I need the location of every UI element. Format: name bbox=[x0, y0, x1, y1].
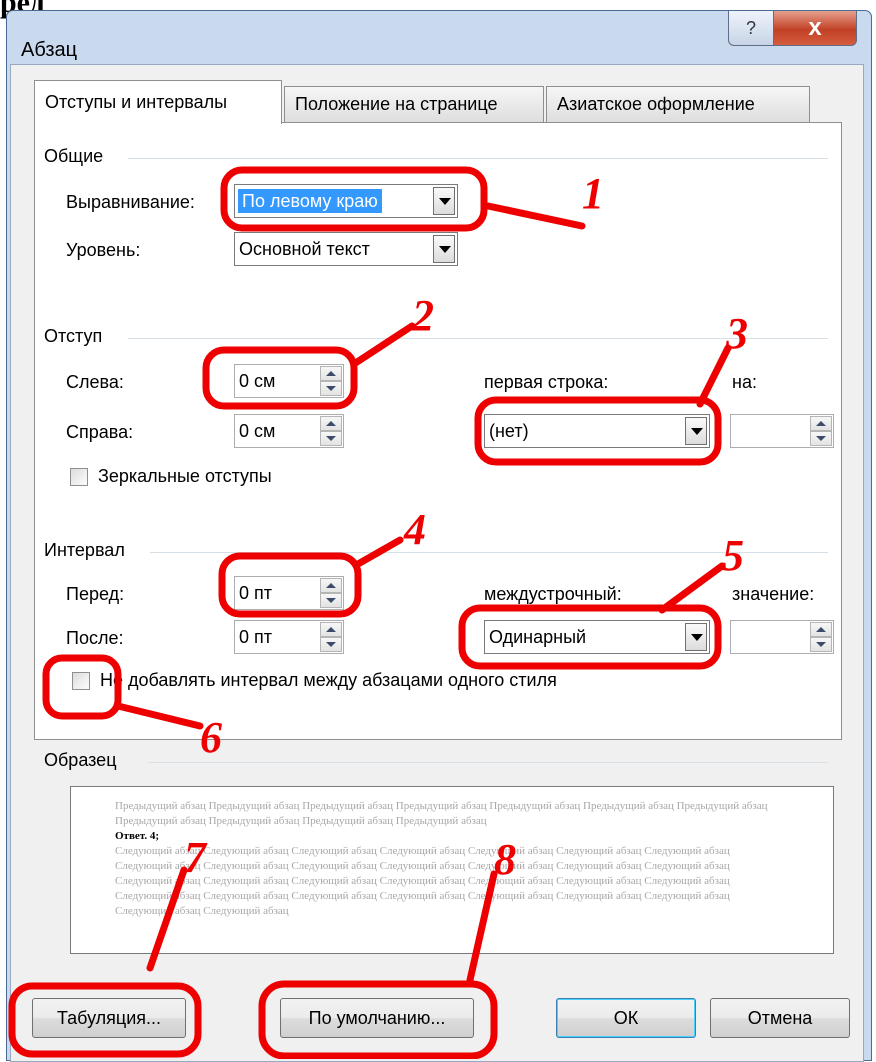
indent-left-spinner[interactable]: 0 см bbox=[234, 364, 344, 398]
annotation-number: 8 bbox=[494, 835, 516, 884]
spacing-after-value: 0 пт bbox=[239, 627, 273, 647]
spin-down-icon[interactable] bbox=[320, 431, 342, 446]
spacing-after-spinner[interactable]: 0 пт bbox=[234, 620, 344, 654]
first-line-value: (нет) bbox=[489, 421, 529, 441]
indent-right-value: 0 см bbox=[239, 421, 276, 441]
line-spacing-at-spinner[interactable] bbox=[730, 620, 834, 654]
mirror-indents-label: Зеркальные отступы bbox=[98, 466, 272, 486]
section-divider bbox=[128, 158, 828, 159]
chevron-down-icon[interactable] bbox=[685, 623, 707, 651]
tab-line-and-page-breaks[interactable]: Положение на странице bbox=[284, 86, 544, 122]
tab-label: Положение на странице bbox=[295, 94, 498, 114]
section-divider bbox=[128, 338, 828, 339]
chevron-down-icon[interactable] bbox=[433, 187, 455, 215]
line-spacing-value: Одинарный bbox=[489, 627, 587, 647]
spin-down-icon[interactable] bbox=[320, 381, 342, 396]
spin-down-icon[interactable] bbox=[320, 637, 342, 652]
spin-down-icon[interactable] bbox=[810, 637, 832, 652]
chevron-down-icon[interactable] bbox=[685, 417, 707, 445]
indent-right-spinner[interactable]: 0 см bbox=[234, 414, 344, 448]
annotation-number: 1 bbox=[582, 169, 604, 218]
ok-button-label: ОК bbox=[613, 1007, 639, 1028]
indent-by-label: на: bbox=[732, 372, 757, 392]
spin-up-icon[interactable] bbox=[810, 622, 832, 637]
tabs-button-label: Табуляция... bbox=[56, 1007, 162, 1028]
alignment-label: Выравнивание: bbox=[66, 192, 195, 212]
spacing-before-label: Перед: bbox=[66, 584, 125, 604]
alignment-value: По левому краю bbox=[238, 189, 382, 213]
section-preview-title: Образец bbox=[44, 750, 117, 770]
alignment-select[interactable]: По левому краю bbox=[234, 184, 458, 218]
line-spacing-at-label: значение: bbox=[732, 584, 815, 604]
line-spacing-select[interactable]: Одинарный bbox=[484, 620, 710, 654]
indent-left-value: 0 см bbox=[239, 371, 276, 391]
annotation-number: 3 bbox=[726, 309, 748, 358]
tab-label: Отступы и интервалы bbox=[45, 92, 228, 112]
indent-left-label: Слева: bbox=[66, 372, 124, 392]
help-button[interactable]: ? bbox=[728, 11, 774, 46]
section-general-title: Общие bbox=[44, 146, 104, 166]
close-button[interactable]: x bbox=[773, 11, 857, 46]
indent-by-spinner[interactable] bbox=[730, 414, 834, 448]
chevron-down-icon[interactable] bbox=[433, 235, 455, 263]
annotation-number: 7 bbox=[184, 833, 206, 882]
preview-previous-paragraph: Предыдущий абзац Предыдущий абзац Предыд… bbox=[115, 800, 768, 827]
spin-down-icon[interactable] bbox=[320, 593, 342, 608]
first-line-select[interactable]: (нет) bbox=[484, 414, 710, 448]
first-line-label: первая строка: bbox=[484, 372, 609, 392]
spacing-before-value: 0 пт bbox=[239, 583, 273, 603]
annotation-number: 6 bbox=[200, 713, 222, 762]
line-spacing-label: междустрочный: bbox=[484, 584, 622, 604]
level-value: Основной текст bbox=[239, 239, 370, 259]
section-spacing-title: Интервал bbox=[44, 540, 125, 560]
cancel-button-label: Отмена bbox=[747, 1007, 813, 1028]
mirror-indents-checkbox[interactable] bbox=[70, 468, 88, 486]
annotation-number: 2 bbox=[412, 291, 434, 340]
close-icon: x bbox=[808, 14, 822, 41]
section-divider bbox=[148, 762, 828, 763]
spin-up-icon[interactable] bbox=[320, 622, 342, 637]
spin-up-icon[interactable] bbox=[320, 416, 342, 431]
tab-indents-and-spacing[interactable]: Отступы и интервалы bbox=[34, 80, 282, 124]
spin-up-icon[interactable] bbox=[810, 416, 832, 431]
window-title: Абзац bbox=[21, 39, 78, 61]
annotation-number: 5 bbox=[722, 531, 744, 580]
spin-up-icon[interactable] bbox=[320, 578, 342, 593]
level-select[interactable]: Основной текст bbox=[234, 232, 458, 266]
tabs-button[interactable]: Табуляция... bbox=[32, 998, 186, 1038]
section-indent-title: Отступ bbox=[44, 326, 103, 346]
ok-button[interactable]: ОК bbox=[556, 998, 696, 1038]
annotation-number: 4 bbox=[404, 505, 426, 554]
tab-label: Азиатское оформление bbox=[557, 94, 755, 114]
set-default-button-label: По умолчанию... bbox=[308, 1007, 446, 1028]
set-default-button[interactable]: По умолчанию... bbox=[280, 998, 474, 1038]
help-icon: ? bbox=[745, 17, 756, 38]
spacing-before-spinner[interactable]: 0 пт bbox=[234, 576, 344, 610]
spin-up-icon[interactable] bbox=[320, 366, 342, 381]
tab-asian-typography[interactable]: Азиатское оформление bbox=[546, 86, 810, 122]
cancel-button[interactable]: Отмена bbox=[710, 998, 850, 1038]
spin-down-icon[interactable] bbox=[810, 431, 832, 446]
spacing-after-label: После: bbox=[66, 628, 124, 648]
level-label: Уровень: bbox=[66, 240, 141, 260]
no-space-same-style-checkbox[interactable] bbox=[72, 672, 90, 690]
no-space-same-style-label: Не добавлять интервал между абзацами одн… bbox=[100, 670, 557, 690]
indent-right-label: Справа: bbox=[66, 422, 134, 442]
